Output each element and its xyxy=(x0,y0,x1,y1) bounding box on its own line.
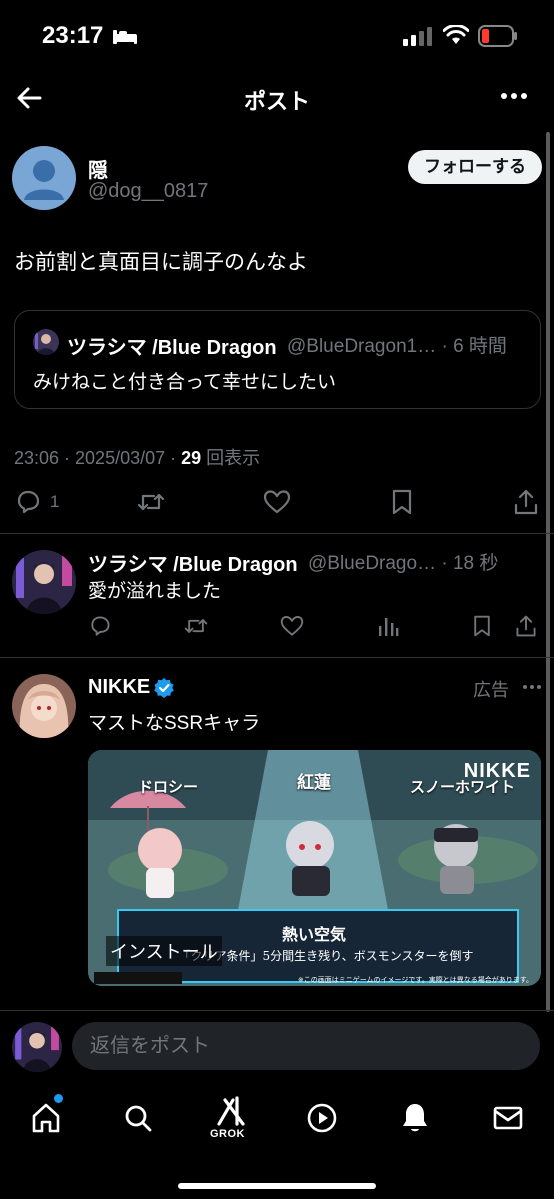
tab-messages[interactable] xyxy=(488,1098,528,1138)
bookmark-icon xyxy=(392,489,412,515)
reply-action-bar xyxy=(88,614,542,640)
status-time: 23:17 xyxy=(42,22,104,49)
post-meta: 23:06 · 2025/03/07 · 29 回表示 xyxy=(14,444,260,470)
author-handle[interactable]: @dog__0817 xyxy=(88,180,208,203)
like-button[interactable] xyxy=(262,488,292,516)
views-count: 29 xyxy=(181,448,202,468)
ad-media[interactable]: 熱い空気 「クリア条件」5分間生き残り、ボスモンスターを倒す ※この画面はミニゲ… xyxy=(88,750,541,986)
ad-text: マストなSSRキャラ xyxy=(88,713,261,734)
svg-text:熱い空気: 熱い空気 xyxy=(282,925,346,944)
tab-search[interactable] xyxy=(118,1098,158,1138)
search-icon xyxy=(125,1105,152,1132)
reply-button[interactable]: 1 xyxy=(14,488,59,516)
more-options-icon[interactable] xyxy=(522,684,542,690)
share-button[interactable] xyxy=(512,488,540,516)
post-timestamp: 23:06 · 2025/03/07 · xyxy=(14,448,182,468)
reply-author-name[interactable]: ツラシマ /Blue Dragon xyxy=(88,548,298,577)
reply-icon xyxy=(17,490,40,514)
quote-text: みけねこと付き合って幸せにしたい xyxy=(33,372,337,393)
post-action-bar: 1 xyxy=(0,488,554,522)
reply-text: 愛が溢れました xyxy=(88,581,222,602)
svg-text:「クリア条件」5分間生き残り、ボスモンスターを倒す: 「クリア条件」5分間生き残り、ボスモンスターを倒す xyxy=(179,949,474,963)
post-header: 隠 @dog__0817 フォローする xyxy=(12,146,542,212)
current-user-avatar[interactable] xyxy=(12,1022,62,1072)
reply-input[interactable] xyxy=(72,1022,540,1070)
grok-icon xyxy=(217,1096,245,1126)
bookmark-icon[interactable] xyxy=(471,614,493,638)
ad-author-name[interactable]: NIKKE xyxy=(88,676,150,699)
tab-notifications[interactable] xyxy=(395,1098,435,1138)
tab-grok[interactable] xyxy=(211,1092,251,1132)
install-button[interactable]: インストール xyxy=(106,936,222,966)
cellular-signal-icon xyxy=(403,27,432,46)
verified-badge-icon xyxy=(154,678,174,698)
nav-bar: ポスト xyxy=(0,70,554,128)
quote-author-name: ツラシマ /Blue Dragon xyxy=(67,337,277,359)
home-indicator[interactable] xyxy=(178,1183,376,1189)
bottom-tab-bar: GROK xyxy=(0,1080,554,1199)
tab-video[interactable] xyxy=(302,1098,342,1138)
quoted-post[interactable]: ツラシマ /Blue Dragon @BlueDragon1… · 6 時間 み… xyxy=(14,310,541,409)
battery-low-icon xyxy=(478,25,517,47)
views-label: 回表示 xyxy=(201,448,261,468)
media-label-left: ドロシー xyxy=(138,779,199,796)
ad-label: 広告 xyxy=(473,680,509,700)
repost-button[interactable] xyxy=(136,488,166,516)
status-bar: 23:17 xyxy=(0,0,554,70)
reply-author-handle[interactable]: @BlueDrago… · 18 秒 xyxy=(308,548,498,575)
default-profile-icon xyxy=(24,160,64,200)
reply-avatar[interactable] xyxy=(12,550,76,614)
repost-icon[interactable] xyxy=(183,614,209,638)
quote-author-handle: @BlueDragon1… · 6 時間 xyxy=(287,336,507,357)
repost-icon xyxy=(137,493,165,511)
reply-post[interactable]: ツラシマ /Blue Dragon @BlueDrago… · 18 秒 愛が溢… xyxy=(0,534,554,656)
notification-dot xyxy=(54,1094,63,1103)
share-icon xyxy=(514,489,538,515)
reply-icon[interactable] xyxy=(88,614,112,638)
heart-icon[interactable] xyxy=(279,614,305,638)
media-label-center: 紅蓮 xyxy=(297,773,331,792)
home-icon xyxy=(32,1103,60,1133)
grok-label: GROK xyxy=(210,1128,245,1140)
bookmark-button[interactable] xyxy=(389,488,415,516)
analytics-icon[interactable] xyxy=(376,614,400,638)
promoted-post[interactable]: NIKKE 広告 マストなSSRキャラ 熱い空気 「クリア条件」5分間生き残り、… xyxy=(0,658,554,1003)
more-options-icon[interactable] xyxy=(500,92,528,100)
ad-avatar[interactable] xyxy=(12,674,76,738)
play-circle-icon xyxy=(307,1103,337,1133)
bell-icon xyxy=(403,1104,427,1132)
bed-icon xyxy=(113,30,137,44)
reply-count: 1 xyxy=(50,492,60,511)
follow-button[interactable]: フォローする xyxy=(408,150,542,184)
post-text: お前割と真面目に調子のんなよ xyxy=(14,251,308,274)
wifi-icon xyxy=(443,25,469,44)
nikke-logo: NIKKE xyxy=(463,760,531,782)
page-title: ポスト xyxy=(243,89,310,114)
mail-icon xyxy=(493,1106,523,1130)
heart-icon xyxy=(263,490,291,514)
avatar[interactable] xyxy=(12,146,76,210)
author-name[interactable]: 隠 xyxy=(88,154,108,183)
svg-text:※この画面はミニゲームのイメージです。実際とは異なる場合があ: ※この画面はミニゲームのイメージです。実際とは異なる場合があります。 xyxy=(298,975,533,984)
share-icon[interactable] xyxy=(514,614,538,638)
quote-avatar xyxy=(33,329,59,355)
tab-home[interactable] xyxy=(26,1098,66,1138)
reply-composer xyxy=(0,1010,554,1080)
